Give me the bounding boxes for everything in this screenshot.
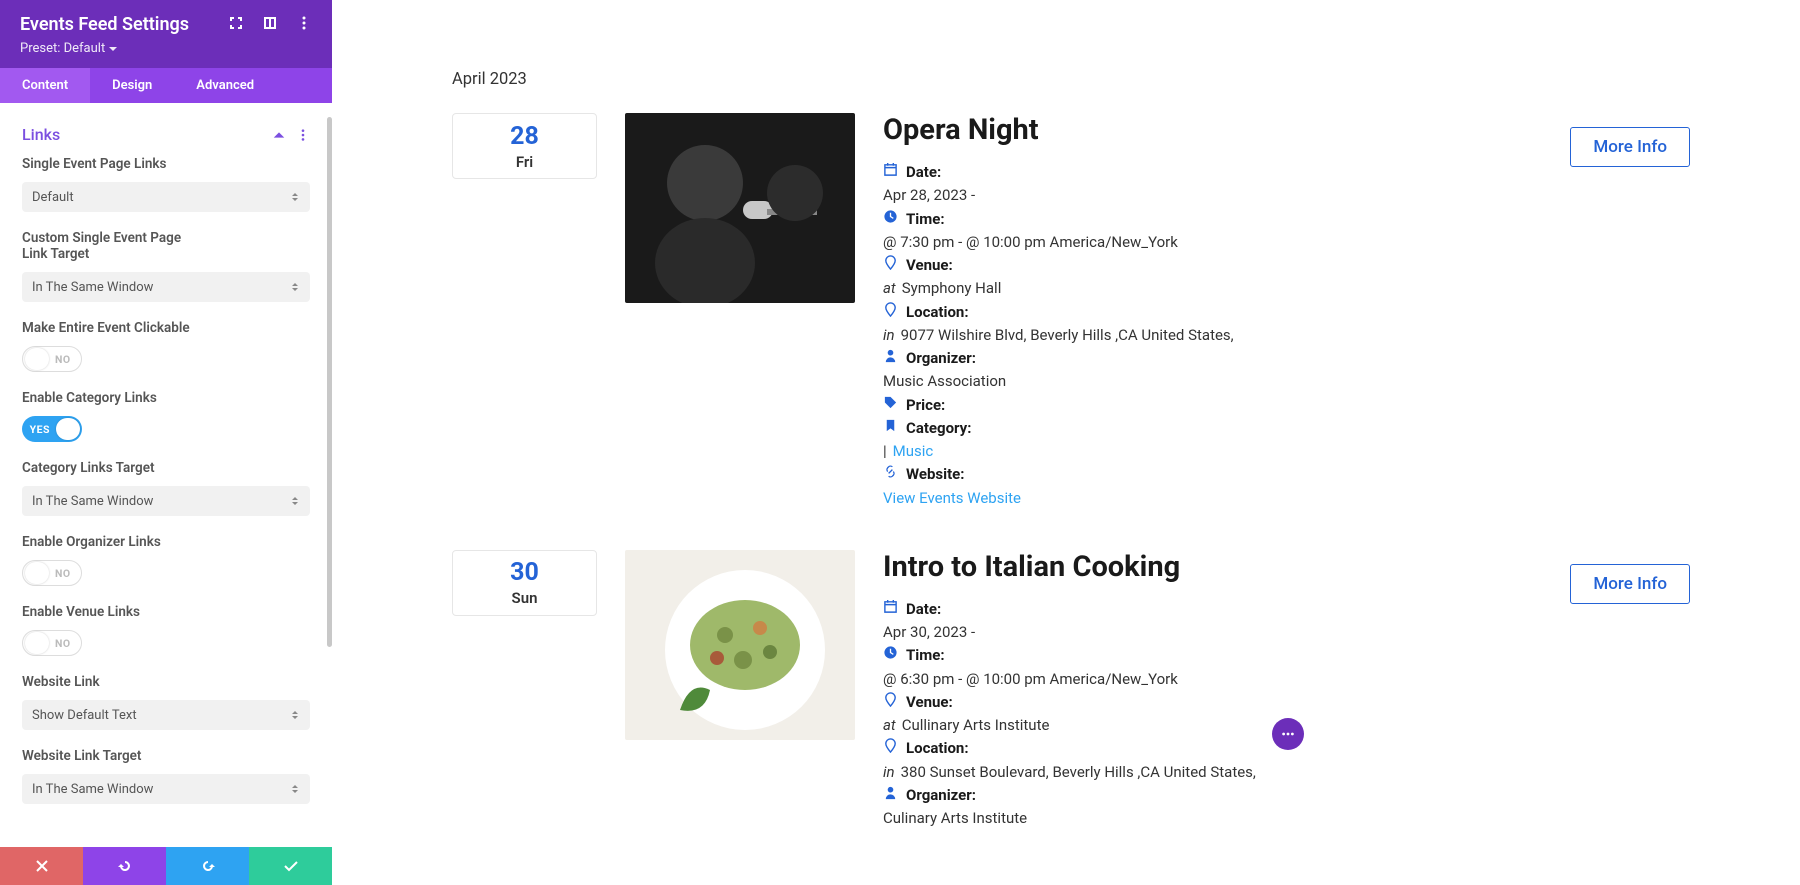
website-link[interactable]: View Events Website [883, 487, 1021, 510]
preset-selector[interactable]: Preset: Default [20, 41, 312, 56]
toggle-enable-organizer-links[interactable]: NO [22, 560, 82, 586]
field-label: Make Entire Event Clickable [22, 320, 310, 336]
sidebar-body: Links Single Event Page Links Default Cu… [0, 103, 332, 847]
select-category-links-target[interactable]: In The Same Window [22, 486, 310, 516]
calendar-icon [883, 161, 898, 176]
event-title: Opera Night [883, 113, 1532, 147]
select-custom-link-target[interactable]: In The Same Window [22, 272, 310, 302]
settings-sidebar: Events Feed Settings Preset: Default Con… [0, 0, 332, 885]
pin-icon [883, 301, 898, 316]
date-number: 30 [510, 558, 539, 587]
pin-icon [883, 691, 898, 706]
field-label: Enable Category Links [22, 390, 310, 406]
toggle-make-entire-clickable[interactable]: NO [22, 346, 82, 372]
month-heading: April 2023 [452, 70, 1690, 89]
select-updown-icon [290, 496, 300, 506]
chevron-down-icon [109, 45, 117, 53]
event-title: Intro to Italian Cooking [883, 550, 1532, 584]
cancel-button[interactable] [0, 847, 83, 885]
field-label: Category Links Target [22, 460, 310, 476]
date-box: 28 Fri [452, 113, 597, 179]
select-updown-icon [290, 282, 300, 292]
date-number: 28 [510, 122, 539, 151]
more-vertical-icon[interactable] [296, 15, 312, 35]
field-label: Website Link [22, 674, 310, 690]
select-website-link[interactable]: Show Default Text [22, 700, 310, 730]
floating-action-button[interactable] [1272, 718, 1304, 750]
sidebar-title: Events Feed Settings [20, 14, 228, 35]
calendar-icon [883, 598, 898, 613]
columns-icon[interactable] [262, 15, 278, 35]
pin-icon [883, 254, 898, 269]
preview-pane: April 2023 28 Fri Opera Night Date: [332, 0, 1800, 885]
undo-button[interactable] [83, 847, 166, 885]
tab-advanced[interactable]: Advanced [174, 68, 276, 103]
select-updown-icon [290, 192, 300, 202]
event-info: Opera Night Date: Apr 28, 2023 - Time: @… [883, 113, 1532, 510]
link-icon [883, 463, 898, 478]
more-vertical-icon [296, 128, 310, 142]
redo-button[interactable] [166, 847, 249, 885]
tag-icon [883, 394, 898, 409]
more-info-button[interactable]: More Info [1570, 127, 1690, 167]
tab-content[interactable]: Content [0, 68, 90, 103]
sidebar-footer [0, 847, 332, 885]
expand-icon[interactable] [228, 15, 244, 35]
field-label: Single Event Page Links [22, 156, 310, 172]
date-box: 30 Sun [452, 550, 597, 616]
event-row: 30 Sun Intro to Italian Cooking [452, 550, 1690, 831]
event-info: Intro to Italian Cooking Date: Apr 30, 2… [883, 550, 1532, 831]
pin-icon [883, 737, 898, 752]
category-link[interactable]: Music [893, 440, 934, 463]
chevron-up-icon [272, 128, 286, 142]
select-website-link-target[interactable]: In The Same Window [22, 774, 310, 804]
field-label: Enable Organizer Links [22, 534, 310, 550]
tab-design[interactable]: Design [90, 68, 174, 103]
field-label: Website Link Target [22, 748, 310, 764]
confirm-button[interactable] [249, 847, 332, 885]
event-image [625, 550, 855, 740]
more-info-button[interactable]: More Info [1570, 564, 1690, 604]
select-updown-icon [290, 710, 300, 720]
field-label: Custom Single Event Page Link Target [22, 230, 182, 262]
field-label: Enable Venue Links [22, 604, 310, 620]
date-weekday: Sun [512, 589, 538, 607]
toggle-enable-venue-links[interactable]: NO [22, 630, 82, 656]
event-row: 28 Fri Opera Night Date: Apr 28, 2023 - … [452, 113, 1690, 510]
sidebar-header: Events Feed Settings Preset: Default [0, 0, 332, 68]
sidebar-tabs: Content Design Advanced [0, 68, 332, 103]
clock-icon [883, 208, 898, 223]
bookmark-icon [883, 417, 898, 432]
person-icon [883, 784, 898, 799]
section-header-links[interactable]: Links [22, 117, 310, 156]
person-icon [883, 347, 898, 362]
select-single-event-page-links[interactable]: Default [22, 182, 310, 212]
clock-icon [883, 644, 898, 659]
event-image [625, 113, 855, 303]
select-updown-icon [290, 784, 300, 794]
toggle-enable-category-links[interactable]: YES [22, 416, 82, 442]
date-weekday: Fri [516, 153, 533, 171]
